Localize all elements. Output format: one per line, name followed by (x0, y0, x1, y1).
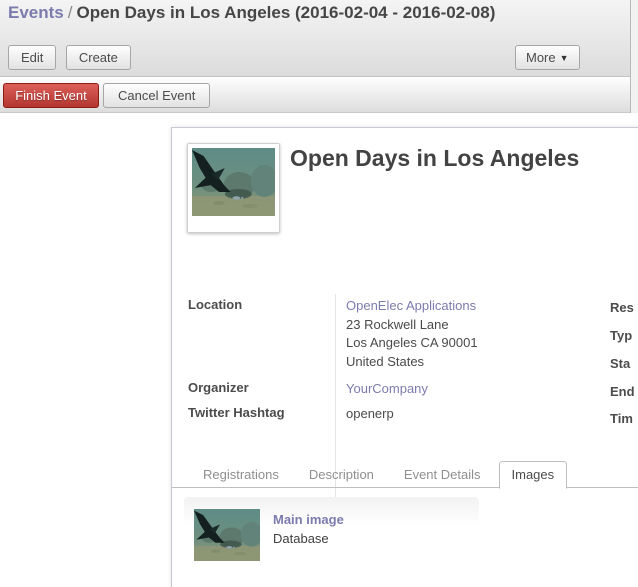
tab-registrations[interactable]: Registrations (191, 462, 291, 488)
breadcrumb-events-link[interactable]: Events (8, 3, 64, 22)
tab-event-details[interactable]: Event Details (392, 462, 493, 488)
tab-images[interactable]: Images (499, 461, 568, 489)
create-button[interactable]: Create (66, 45, 131, 70)
more-button-label: More (526, 50, 556, 65)
location-link[interactable]: OpenElec Applications (346, 298, 476, 313)
top-header-bar: Events/Open Days in Los Angeles (2016-02… (0, 0, 630, 77)
form-sheet: Open Days in Los Angeles Location OpenEl… (171, 127, 638, 587)
location-street: 23 Rockwell Lane (346, 317, 449, 332)
edit-button[interactable]: Edit (8, 45, 56, 70)
form-toolbar: Edit Create (8, 45, 136, 70)
twitter-hashtag-value: openerp (346, 406, 394, 421)
cancel-event-button[interactable]: Cancel Event (103, 83, 210, 108)
status-bar: Finish Event Cancel Event (0, 78, 630, 113)
field-label-start-clipped: Sta (610, 356, 630, 371)
location-city: Los Angeles CA 90001 (346, 335, 478, 350)
event-title: Open Days in Los Angeles (290, 145, 579, 172)
breadcrumb: Events/Open Days in Los Angeles (2016-02… (8, 3, 495, 23)
underwater-scene-illustration (194, 509, 260, 561)
kanban-item-subtitle: Database (273, 531, 329, 546)
breadcrumb-separator: / (64, 3, 77, 22)
location-country: United States (346, 354, 424, 369)
field-label-twitter-hashtag: Twitter Hashtag (188, 405, 285, 420)
field-label-timezone-clipped: Tim (610, 411, 633, 426)
finish-event-button[interactable]: Finish Event (3, 83, 99, 108)
caret-down-icon: ▼ (560, 53, 569, 63)
more-button[interactable]: More ▼ (515, 45, 580, 70)
field-label-end-clipped: End (610, 384, 635, 399)
breadcrumb-current-title: Open Days in Los Angeles (2016-02-04 - 2… (76, 3, 495, 22)
event-image[interactable] (187, 143, 280, 233)
kanban-thumbnail[interactable] (194, 509, 260, 566)
field-label-responsible-clipped: Res (610, 300, 634, 315)
field-label-type-clipped: Typ (610, 328, 632, 343)
underwater-scene-illustration (192, 148, 275, 216)
field-label-location: Location (188, 297, 242, 312)
tab-description[interactable]: Description (297, 462, 386, 488)
window-edge-margin (631, 0, 638, 113)
field-label-organizer: Organizer (188, 380, 249, 395)
notebook-tab-bar: Registrations Description Event Details … (172, 462, 638, 488)
kanban-item-title[interactable]: Main image (273, 512, 344, 527)
organizer-link[interactable]: YourCompany (346, 381, 428, 396)
